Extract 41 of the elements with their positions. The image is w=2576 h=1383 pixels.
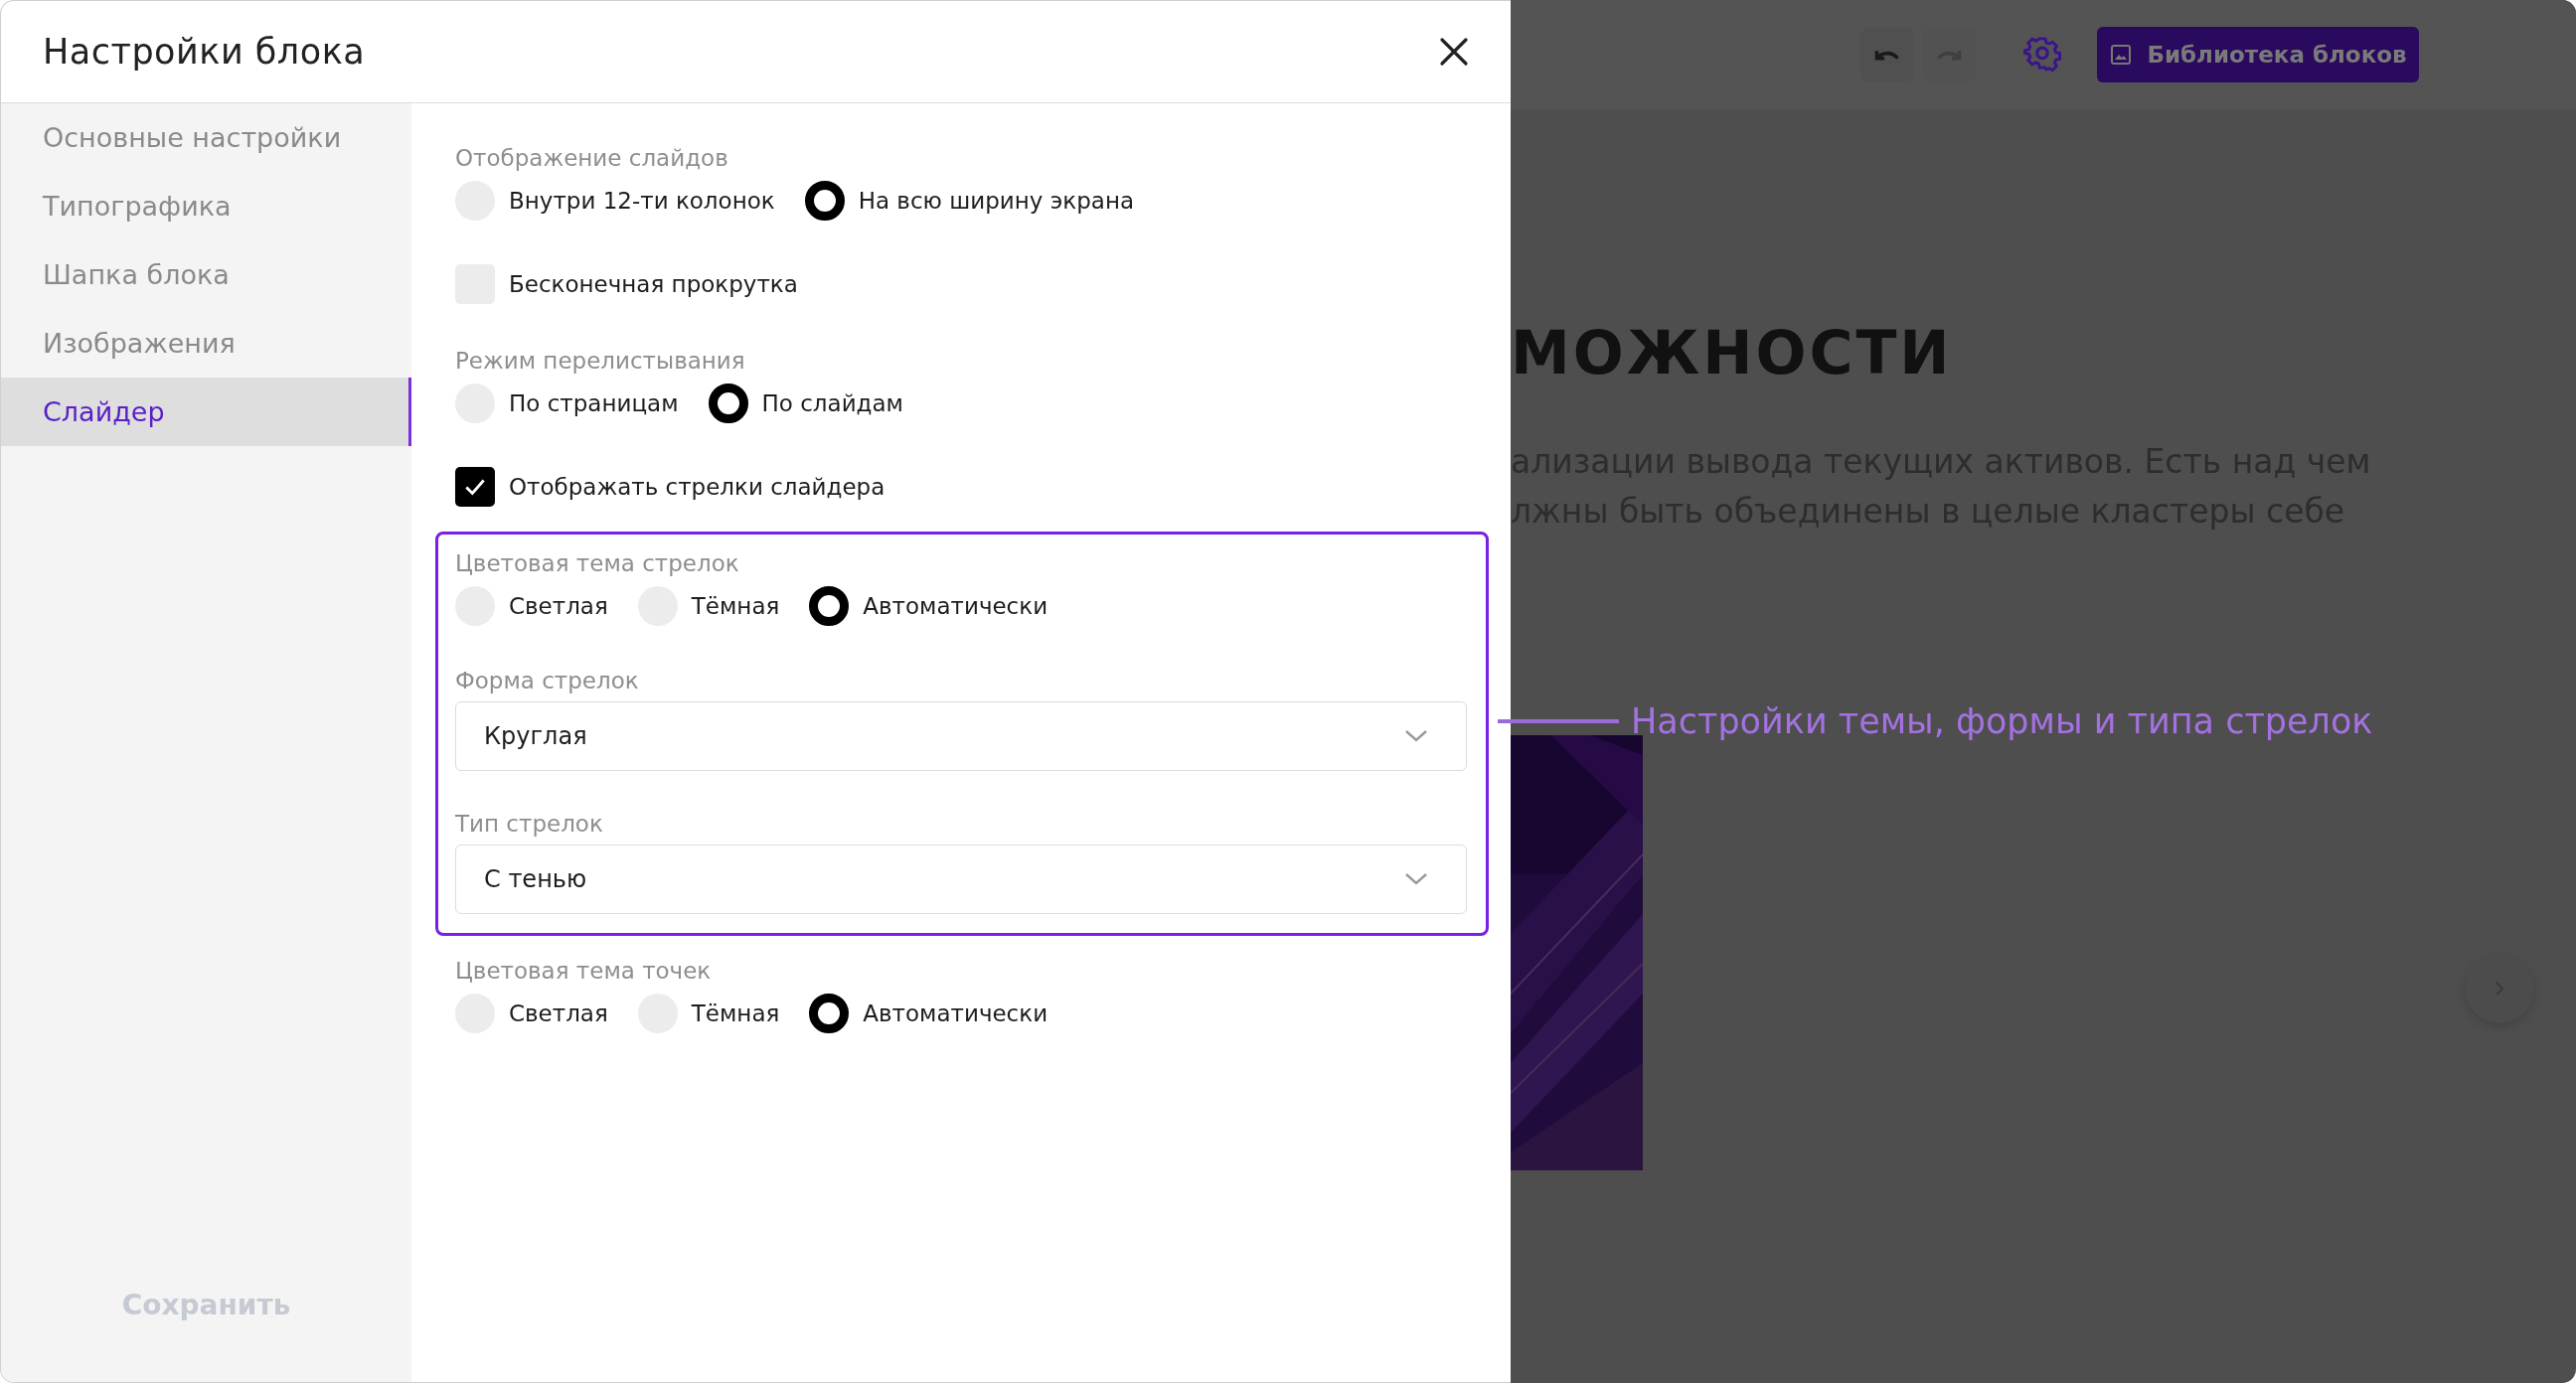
annotation-text: Настройки темы, формы и типа стрелок xyxy=(1631,701,2373,741)
radio-button[interactable] xyxy=(809,994,850,1033)
option-label: По слайдам xyxy=(761,390,903,416)
radio-button[interactable] xyxy=(809,586,850,626)
close-icon[interactable] xyxy=(1439,37,1469,67)
page-heading: МОЖНОСТИ xyxy=(1511,318,1954,387)
radio-button[interactable] xyxy=(804,181,845,221)
dialog-title: Настройки блока xyxy=(43,32,366,72)
field-label: Режим перелистывания xyxy=(455,347,746,376)
field-label: Цветовая тема точек xyxy=(455,957,713,986)
sidebar-item[interactable]: Типографика xyxy=(1,172,411,240)
sidebar-item[interactable]: Слайдер xyxy=(1,378,411,446)
option-label: Светлая xyxy=(509,593,608,619)
settings-icon[interactable] xyxy=(2023,36,2061,74)
radio-button[interactable] xyxy=(708,384,748,423)
field-label: Цветовая тема стрелок xyxy=(455,549,740,578)
option-label: На всю ширину экрана xyxy=(858,188,1135,214)
sidebar-item[interactable]: Основные настройки xyxy=(1,103,411,172)
option-label: Автоматически xyxy=(863,593,1048,619)
option-label: Тёмная xyxy=(691,1000,780,1026)
dropdown[interactable]: С тенью xyxy=(455,845,1467,914)
checkbox-label: Отображать стрелки слайдера xyxy=(509,474,886,500)
image-icon xyxy=(2109,43,2134,67)
sidebar-item[interactable]: Шапка блока xyxy=(1,240,411,309)
sidebar-item[interactable]: Изображения xyxy=(1,309,411,378)
field-label: Форма стрелок xyxy=(455,667,640,695)
option-label: Внутри 12-ти колонок xyxy=(509,188,775,214)
undo-icon xyxy=(1874,49,1900,61)
option-label: Светлая xyxy=(509,1000,608,1026)
chevron-down-icon xyxy=(1404,872,1428,886)
undo-button[interactable] xyxy=(1860,28,1914,81)
checkbox[interactable] xyxy=(455,467,495,507)
dropdown[interactable]: Круглая xyxy=(455,701,1467,771)
field-label: Тип стрелок xyxy=(455,810,604,839)
field-label: Отображение слайдов xyxy=(455,144,729,173)
chevron-down-icon xyxy=(1404,729,1428,743)
checkbox-label: Бесконечная прокрутка xyxy=(509,271,798,297)
option-label: Автоматически xyxy=(863,1000,1048,1026)
block-library-button[interactable]: Библиотека блоков xyxy=(2097,27,2419,82)
option-label: Тёмная xyxy=(691,593,780,619)
option-label: По страницам xyxy=(509,390,679,416)
